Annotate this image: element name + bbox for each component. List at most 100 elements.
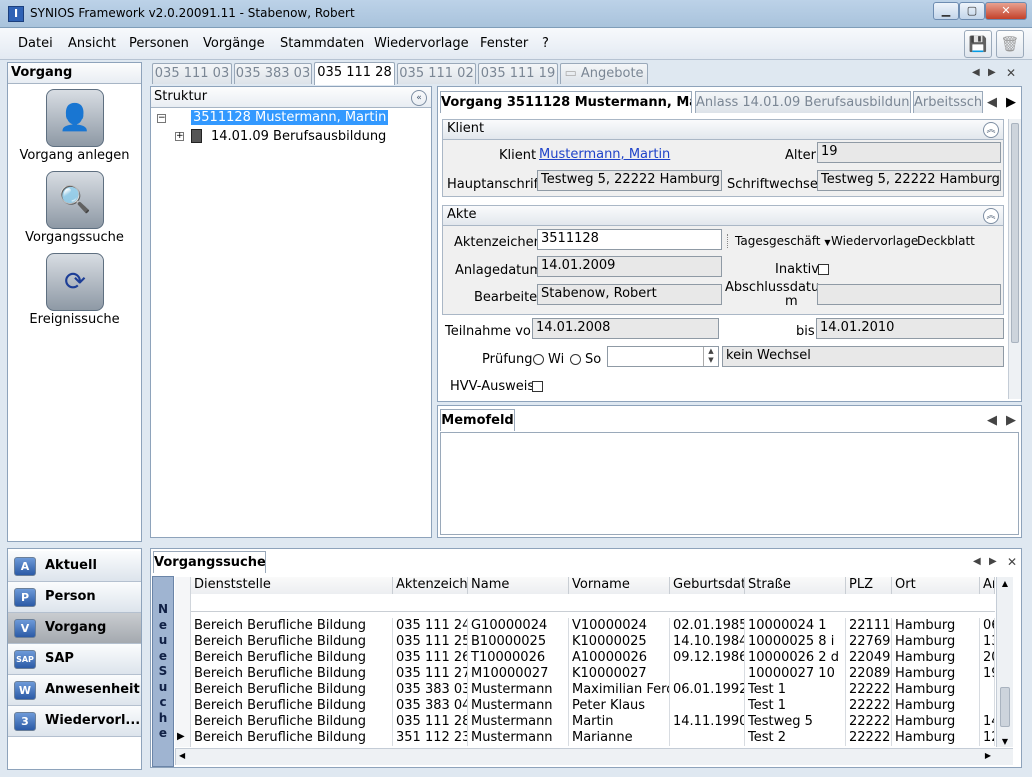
vorgang-anlegen-label[interactable]: Vorgang anlegen [8, 148, 141, 163]
cell-dienststelle[interactable]: Bereich Berufliche Bildung [191, 634, 393, 650]
cell-aktenzeichen[interactable]: 035 111 24 [393, 618, 468, 634]
cell-name[interactable]: Mustermann [468, 730, 569, 746]
col-geburtsdatum[interactable]: Geburtsdat [670, 577, 745, 594]
cell-name[interactable]: Mustermann [468, 698, 569, 714]
klient-link[interactable]: Mustermann, Martin [539, 147, 670, 162]
cell-ort[interactable]: Hamburg [892, 698, 980, 714]
subtab-arbeitsschutz[interactable]: Arbeitssch [913, 91, 983, 113]
cell-name[interactable]: B10000025 [468, 634, 569, 650]
memo-textarea[interactable] [440, 432, 1019, 535]
cell-plz[interactable]: 22222 [846, 714, 892, 730]
col-strasse[interactable]: Straße [745, 577, 846, 594]
hvv-ausweis-checkbox[interactable] [532, 381, 543, 392]
deckblatt-button[interactable]: Deckblatt [917, 234, 975, 248]
cell-vorname[interactable]: Peter Klaus [569, 698, 670, 714]
cell-anrede[interactable]: 20 [980, 650, 995, 666]
scroll-right-icon[interactable]: ▶ [985, 751, 991, 760]
cell-dienststelle[interactable]: Bereich Berufliche Bildung [191, 650, 393, 666]
scroll-down-icon[interactable]: ▼ [997, 737, 1013, 746]
cell-name[interactable]: Mustermann [468, 714, 569, 730]
so-radio[interactable] [570, 354, 581, 365]
cell-geburtsdatum[interactable]: 06.01.1992 [670, 682, 745, 698]
menu-help[interactable]: ? [542, 36, 549, 51]
nav-aktuell[interactable]: A Aktuell [8, 551, 141, 582]
col-aktenzeichen[interactable]: Aktenzeich [393, 577, 468, 594]
memo-left-icon[interactable]: ◀ [987, 413, 997, 428]
filter-row[interactable] [191, 594, 995, 612]
scroll-up-icon[interactable]: ▲ [997, 577, 1013, 588]
cell-geburtsdatum[interactable]: 09.12.1986 [670, 650, 745, 666]
cell-anrede[interactable]: 19 [980, 666, 995, 682]
menu-vorgaenge[interactable]: Vorgänge [203, 36, 265, 51]
tab-035-383-03[interactable]: 035 383 03 [234, 63, 312, 84]
col-dienststelle[interactable]: Dienststelle [191, 577, 393, 594]
cell-ort[interactable]: Hamburg [892, 714, 980, 730]
tab-scroll-left-icon[interactable]: ◀ [972, 67, 980, 78]
save-icon[interactable]: 💾 [964, 30, 992, 58]
cell-strasse[interactable]: 10000025 8 i [745, 634, 846, 650]
cell-dienststelle[interactable]: Bereich Berufliche Bildung [191, 698, 393, 714]
cell-anrede[interactable] [980, 698, 995, 714]
tree-expand-icon[interactable]: + [175, 132, 184, 141]
cell-vorname[interactable]: K10000025 [569, 634, 670, 650]
cell-ort[interactable]: Hamburg [892, 634, 980, 650]
collapse-akte-icon[interactable]: ︽ [983, 208, 999, 224]
cell-anrede[interactable]: 13 [980, 634, 995, 650]
cell-anrede[interactable]: 14 [980, 714, 995, 730]
memo-right-icon[interactable]: ▶ [1006, 413, 1016, 428]
col-ort[interactable]: Ort [892, 577, 980, 594]
tab-035-111-03[interactable]: 035 111 03 [152, 63, 232, 84]
cell-strasse[interactable]: Test 1 [745, 698, 846, 714]
cell-aktenzeichen[interactable]: 035 383 04 [393, 698, 468, 714]
nav-anwesenheit[interactable]: W Anwesenheit [8, 675, 141, 706]
cell-strasse[interactable]: 10000024 1 [745, 618, 846, 634]
memofeld-tab[interactable]: Memofeld [440, 409, 515, 431]
cell-name[interactable]: T10000026 [468, 650, 569, 666]
tab-035-111-02[interactable]: 035 111 02 [397, 63, 476, 84]
cell-vorname[interactable]: V10000024 [569, 618, 670, 634]
cell-aktenzeichen[interactable]: 035 111 25 [393, 634, 468, 650]
cell-anrede[interactable]: 12 [980, 730, 995, 746]
cell-plz[interactable]: 22089 [846, 666, 892, 682]
cell-name[interactable]: Mustermann [468, 682, 569, 698]
close-button[interactable]: ✕ [985, 2, 1027, 20]
cell-vorname[interactable]: A10000026 [569, 650, 670, 666]
cell-plz[interactable]: 22769 [846, 634, 892, 650]
menu-stammdaten[interactable]: Stammdaten [280, 36, 364, 51]
cell-geburtsdatum[interactable]: 14.10.1984 [670, 634, 745, 650]
minimize-button[interactable]: ▁ [933, 2, 959, 20]
tree-collapse-icon[interactable]: − [157, 114, 166, 123]
neue-suche-button[interactable]: NeueSuche [152, 576, 174, 767]
cell-strasse[interactable]: Test 2 [745, 730, 846, 746]
tab-035-111-28[interactable]: 035 111 28 [314, 62, 395, 85]
aktenzeichen-input[interactable]: 3511128 [537, 229, 722, 250]
grid-scroll-thumb[interactable] [1000, 687, 1010, 727]
cell-name[interactable]: G10000024 [468, 618, 569, 634]
nav-wiedervorlage[interactable]: 3 Wiedervorl... [8, 706, 141, 737]
tab-close-icon[interactable]: ✕ [1006, 66, 1016, 80]
grid-left-icon[interactable]: ◀ [973, 556, 981, 567]
cell-plz[interactable]: 22222 [846, 730, 892, 746]
spinner-arrows-icon[interactable]: ▲ ▼ [703, 347, 718, 366]
cell-aktenzeichen[interactable]: 035 111 27 [393, 666, 468, 682]
cell-vorname[interactable]: Maximilian Ferd [569, 682, 670, 698]
tab-scroll-right-icon[interactable]: ▶ [988, 67, 996, 78]
cell-name[interactable]: M10000027 [468, 666, 569, 682]
tab-035-111-19[interactable]: 035 111 19 [478, 63, 558, 84]
grid-vscrollbar[interactable]: ▲ ▼ [996, 577, 1013, 747]
wi-radio[interactable] [533, 354, 544, 365]
trash-icon[interactable]: 🗑 [996, 30, 1024, 58]
cell-aktenzeichen[interactable]: 351 112 23 [393, 730, 468, 746]
cell-geburtsdatum[interactable] [670, 666, 745, 682]
col-plz[interactable]: PLZ [846, 577, 892, 594]
grid-hscrollbar[interactable]: ◀ ▶ [175, 748, 1013, 765]
cell-plz[interactable]: 22049 [846, 650, 892, 666]
cell-plz[interactable]: 22222 [846, 682, 892, 698]
cell-anrede[interactable]: 06 [980, 618, 995, 634]
person-add-icon[interactable]: 👤 [46, 89, 104, 147]
nav-sap[interactable]: SAP SAP [8, 644, 141, 675]
maximize-button[interactable]: ▢ [959, 2, 985, 20]
cell-aktenzeichen[interactable]: 035 111 26 [393, 650, 468, 666]
event-search-icon[interactable]: ⟳ [46, 253, 104, 311]
vorgangssuche-tab[interactable]: Vorgangssuche [153, 551, 266, 573]
